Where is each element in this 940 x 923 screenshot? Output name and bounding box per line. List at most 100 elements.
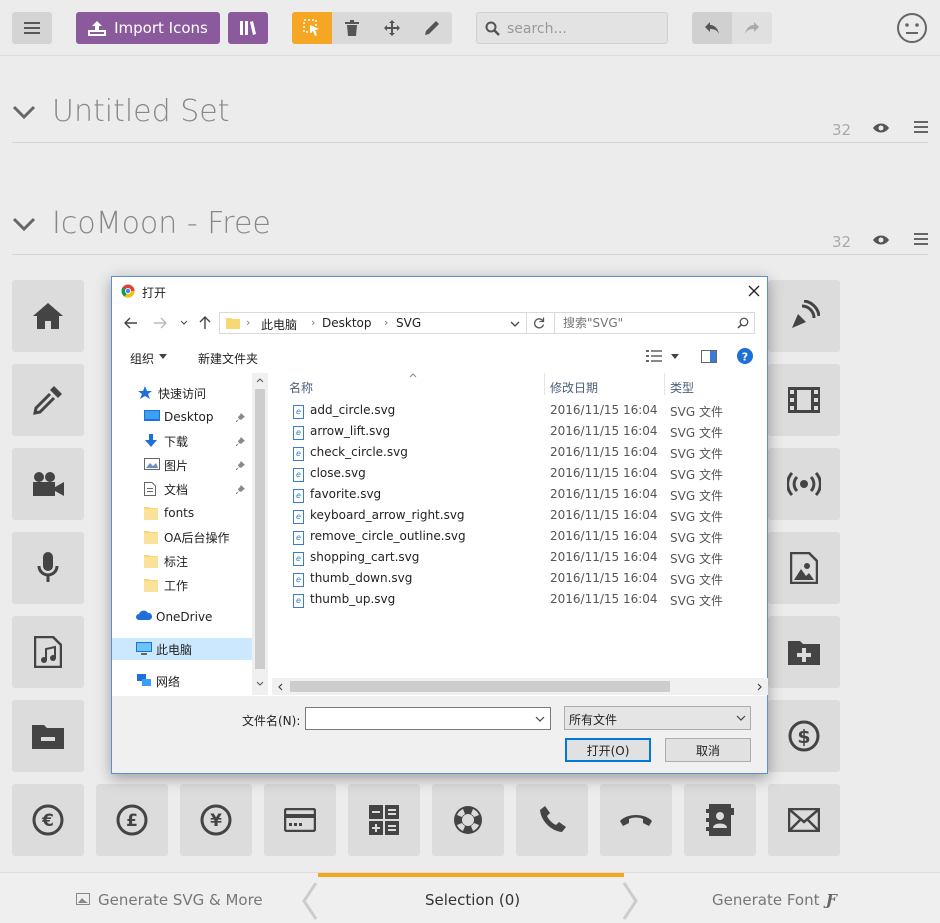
- nav-item[interactable]: 图片: [112, 454, 252, 476]
- cancel-button[interactable]: 取消: [665, 738, 751, 762]
- search-input[interactable]: [507, 19, 657, 39]
- scroll-right-icon[interactable]: [757, 683, 762, 691]
- breadcrumb-item[interactable]: 此电脑: [261, 316, 297, 333]
- open-button[interactable]: 打开(O): [565, 738, 651, 762]
- forward-arrow-icon[interactable]: [153, 317, 167, 329]
- file-row[interactable]: e arrow_lift.svg 2016/11/15 16:04 SVG 文件: [272, 424, 742, 445]
- icon-tile-video-camera[interactable]: [12, 448, 84, 520]
- organize-menu[interactable]: 组织: [130, 350, 154, 367]
- icon-tile-coin-euro[interactable]: €: [12, 784, 84, 856]
- redo-button[interactable]: [732, 12, 772, 44]
- file-row[interactable]: e keyboard_arrow_right.svg 2016/11/15 16:0…: [272, 508, 742, 529]
- icon-tile-credit-card[interactable]: [264, 784, 336, 856]
- undo-button[interactable]: [692, 12, 732, 44]
- file-row[interactable]: e thumb_down.svg 2016/11/15 16:04 SVG 文件: [272, 571, 742, 592]
- icon-tile-address-book[interactable]: [684, 784, 756, 856]
- pin-icon[interactable]: [236, 484, 246, 498]
- new-folder-button[interactable]: 新建文件夹: [198, 350, 258, 367]
- file-row[interactable]: e check_circle.svg 2016/11/15 16:04 SVG 文件: [272, 445, 742, 466]
- help-icon[interactable]: ?: [737, 348, 753, 364]
- chevron-right-icon[interactable]: [620, 881, 640, 921]
- dropdown-caret-icon[interactable]: [671, 354, 679, 359]
- edit-tool-button[interactable]: [412, 12, 452, 44]
- user-face-icon[interactable]: [896, 12, 928, 44]
- icon-tile-envelope[interactable]: [768, 784, 840, 856]
- nav-item[interactable]: 文档: [112, 478, 252, 500]
- file-row[interactable]: e close.svg 2016/11/15 16:04 SVG 文件: [272, 466, 742, 487]
- file-row[interactable]: e thumb_up.svg 2016/11/15 16:04 SVG 文件: [272, 592, 742, 613]
- chevron-down-icon[interactable]: [12, 104, 36, 120]
- chevron-left-icon[interactable]: [300, 881, 320, 921]
- breadcrumb-item[interactable]: SVG: [396, 316, 421, 330]
- up-arrow-icon[interactable]: [199, 316, 211, 330]
- eye-icon[interactable]: [873, 122, 889, 134]
- scroll-up-icon[interactable]: [256, 378, 264, 383]
- delete-tool-button[interactable]: [332, 12, 372, 44]
- close-icon[interactable]: [748, 285, 760, 297]
- file-hscrollbar-thumb[interactable]: [290, 681, 670, 692]
- nav-item[interactable]: Desktop: [112, 406, 252, 428]
- chevron-down-icon[interactable]: [510, 321, 520, 327]
- preview-pane-icon[interactable]: [701, 350, 717, 363]
- file-row[interactable]: e remove_circle_outline.svg 2016/11/15 16:…: [272, 529, 742, 550]
- icon-tile-film[interactable]: [768, 364, 840, 436]
- file-hscrollbar[interactable]: [272, 678, 768, 695]
- icon-tile-lifebuoy[interactable]: [432, 784, 504, 856]
- nav-item[interactable]: OneDrive: [112, 606, 252, 628]
- file-row[interactable]: e shopping_cart.svg 2016/11/15 16:04 SVG 文件: [272, 550, 742, 571]
- nav-scrollbar-thumb[interactable]: [255, 389, 265, 669]
- generate-font-button[interactable]: Generate Font: [712, 891, 819, 909]
- pin-icon[interactable]: [236, 412, 246, 426]
- scroll-down-icon[interactable]: [256, 681, 264, 686]
- filename-input[interactable]: [305, 707, 551, 730]
- recent-dropdown-icon[interactable]: [180, 320, 188, 326]
- icon-tile-folder-minus[interactable]: [12, 700, 84, 772]
- icon-tile-folder-plus[interactable]: [768, 616, 840, 688]
- icon-tile-podcast[interactable]: [768, 448, 840, 520]
- library-button[interactable]: [228, 12, 268, 44]
- icon-tile-phone-hang-up[interactable]: [600, 784, 672, 856]
- nav-item[interactable]: 网络: [112, 670, 252, 692]
- selection-count[interactable]: Selection (0): [425, 891, 520, 909]
- view-options-icon[interactable]: [646, 350, 662, 362]
- scroll-left-icon[interactable]: [278, 683, 283, 691]
- icon-tile-music-file[interactable]: [12, 616, 84, 688]
- pin-icon[interactable]: [236, 436, 246, 450]
- icon-tile-mic[interactable]: [12, 532, 84, 604]
- back-arrow-icon[interactable]: [124, 317, 138, 329]
- import-icons-button[interactable]: Import Icons: [76, 12, 220, 44]
- icon-tile-coin-yen[interactable]: ¥: [180, 784, 252, 856]
- icon-tile-coin-pound[interactable]: £: [96, 784, 168, 856]
- set-menu-icon[interactable]: [914, 233, 928, 245]
- nav-item[interactable]: 工作: [112, 574, 252, 596]
- icon-tile-calculator[interactable]: [348, 784, 420, 856]
- nav-item[interactable]: 此电脑: [112, 638, 252, 660]
- chevron-down-icon[interactable]: [12, 216, 36, 232]
- icon-tile-image[interactable]: [768, 532, 840, 604]
- nav-item[interactable]: 快速访问: [112, 382, 252, 404]
- nav-item[interactable]: OA后台操作: [112, 526, 252, 548]
- icon-tile-phone[interactable]: [516, 784, 588, 856]
- chevron-down-icon[interactable]: [535, 716, 545, 722]
- pin-icon[interactable]: [236, 460, 246, 474]
- move-tool-button[interactable]: [372, 12, 412, 44]
- nav-item[interactable]: fonts: [112, 502, 252, 524]
- file-row[interactable]: e add_circle.svg 2016/11/15 16:04 SVG 文件: [272, 403, 742, 424]
- icon-tile-coin-dollar[interactable]: $: [768, 700, 840, 772]
- generate-svg-button[interactable]: Generate SVG & More: [98, 891, 263, 909]
- refresh-icon[interactable]: [533, 317, 545, 329]
- eye-icon[interactable]: [873, 234, 889, 246]
- menu-button[interactable]: [12, 12, 52, 44]
- icon-tile-blog[interactable]: [768, 280, 840, 352]
- icon-tile-home[interactable]: [12, 280, 84, 352]
- nav-item[interactable]: 下载: [112, 430, 252, 452]
- nav-item[interactable]: 标注: [112, 550, 252, 572]
- set-menu-icon[interactable]: [914, 121, 928, 133]
- icon-tile-eyedropper[interactable]: [12, 364, 84, 436]
- dialog-search-input[interactable]: [563, 315, 723, 331]
- filetype-select[interactable]: 所有文件: [564, 706, 751, 730]
- file-row[interactable]: e favorite.svg 2016/11/15 16:04 SVG 文件: [272, 487, 742, 508]
- nav-scrollbar[interactable]: [252, 373, 268, 695]
- breadcrumb-item[interactable]: Desktop: [322, 316, 372, 330]
- select-tool-button[interactable]: [292, 12, 332, 44]
